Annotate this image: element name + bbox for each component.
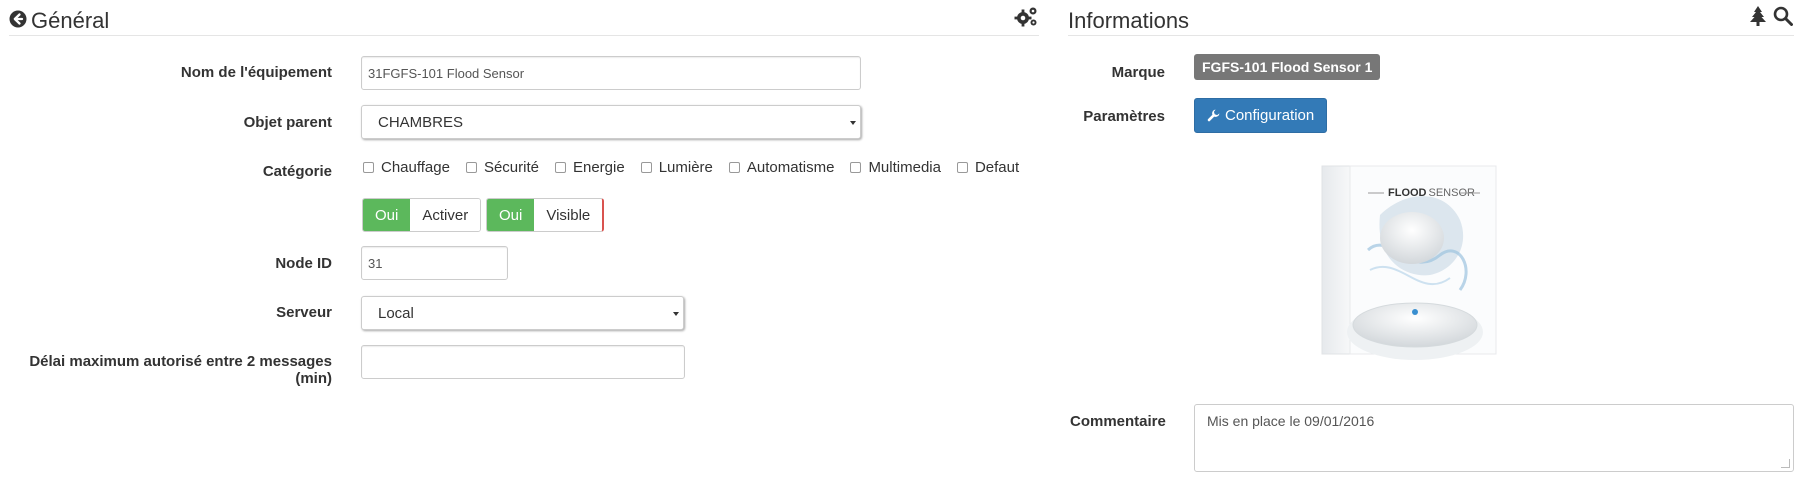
node-id-label: Node ID (275, 255, 332, 272)
activate-toggle-on[interactable]: Oui (363, 199, 411, 231)
category-label-automatisme: Automatisme (746, 158, 835, 176)
equipment-name-value: 31FGFS-101 Flood Sensor (368, 65, 525, 81)
general-panel-title: Général (31, 8, 110, 33)
server-value: Local (378, 304, 414, 322)
node-id-value: 31 (368, 255, 383, 271)
cogs-icon[interactable] (1014, 6, 1038, 28)
product-brand-text: FLOOD (1388, 187, 1427, 199)
parent-object-value: CHAMBRES (378, 113, 464, 131)
server-select[interactable]: Local (361, 296, 684, 330)
category-label-multimedia: Multimedia (868, 158, 941, 176)
back-arrow-icon[interactable] (9, 10, 27, 28)
category-energie[interactable]: Energie (554, 158, 625, 176)
node-id-input[interactable]: 31 (361, 246, 508, 280)
wrench-icon (1207, 109, 1220, 122)
category-label-energie: Energie (572, 158, 625, 176)
visible-toggle[interactable]: Oui Visible (486, 198, 605, 232)
resize-handle-icon[interactable] (1781, 459, 1790, 468)
category-defaut[interactable]: Defaut (956, 158, 1020, 176)
comment-textarea[interactable]: Mis en place le 09/01/2016 (1194, 404, 1794, 472)
category-automatisme[interactable]: Automatisme (728, 158, 835, 176)
parent-object-label: Objet parent (243, 114, 332, 131)
checkbox[interactable] (728, 161, 740, 173)
chevron-down-icon (673, 312, 679, 316)
category-label-chauffage: Chauffage (381, 158, 450, 176)
configuration-button[interactable]: Configuration (1194, 98, 1328, 133)
checkbox[interactable] (554, 161, 566, 173)
activate-toggle-label[interactable]: Activer (410, 199, 481, 231)
visible-toggle-on[interactable]: Oui (487, 199, 535, 231)
category-label-securite: Sécurité (483, 158, 539, 176)
general-title-divider (9, 35, 1039, 36)
configuration-button-label: Configuration (1225, 107, 1315, 124)
max-delay-input[interactable] (361, 345, 685, 379)
category-label-lumiere: Lumière (658, 158, 713, 176)
activate-toggle[interactable]: Oui Activer (362, 198, 482, 232)
category-multimedia[interactable]: Multimedia (850, 159, 941, 176)
brand-badge: FGFS-101 Flood Sensor 1 (1194, 54, 1381, 80)
checkbox[interactable] (640, 161, 652, 173)
info-panel-title: Informations (1068, 8, 1190, 33)
checkbox[interactable] (956, 161, 968, 173)
comment-value: Mis en place le 09/01/2016 (1207, 413, 1375, 429)
search-icon[interactable] (1773, 6, 1793, 26)
equipment-name-input[interactable]: 31FGFS-101 Flood Sensor (361, 56, 861, 90)
checkbox[interactable] (465, 161, 477, 173)
checkbox[interactable] (850, 161, 862, 173)
product-image: FLOOD SENSOR (1310, 160, 1515, 372)
parent-object-select[interactable]: CHAMBRES (361, 105, 861, 139)
checkbox[interactable] (363, 161, 374, 173)
category-chauffage[interactable]: Chauffage (363, 159, 450, 176)
equipment-name-label: Nom de l'équipement (180, 64, 332, 81)
category-checkboxes: Chauffage Sécurité Energie Lumière Autom… (363, 157, 1035, 177)
category-label-defaut: Defaut (974, 158, 1020, 176)
category-lumiere[interactable]: Lumière (640, 158, 713, 176)
comment-label: Commentaire (1070, 413, 1166, 430)
chevron-down-icon (850, 121, 856, 125)
max-delay-label: Délai maximum autorisé entre 2 messages … (29, 353, 332, 387)
info-title-divider (1068, 35, 1794, 36)
tree-icon[interactable] (1749, 6, 1767, 26)
visible-toggle-label[interactable]: Visible (534, 199, 603, 231)
category-securite[interactable]: Sécurité (465, 158, 539, 176)
brand-label: Marque (1111, 64, 1165, 81)
parameters-label: Paramètres (1083, 108, 1165, 125)
server-label: Serveur (276, 304, 332, 321)
category-label: Catégorie (262, 163, 332, 180)
